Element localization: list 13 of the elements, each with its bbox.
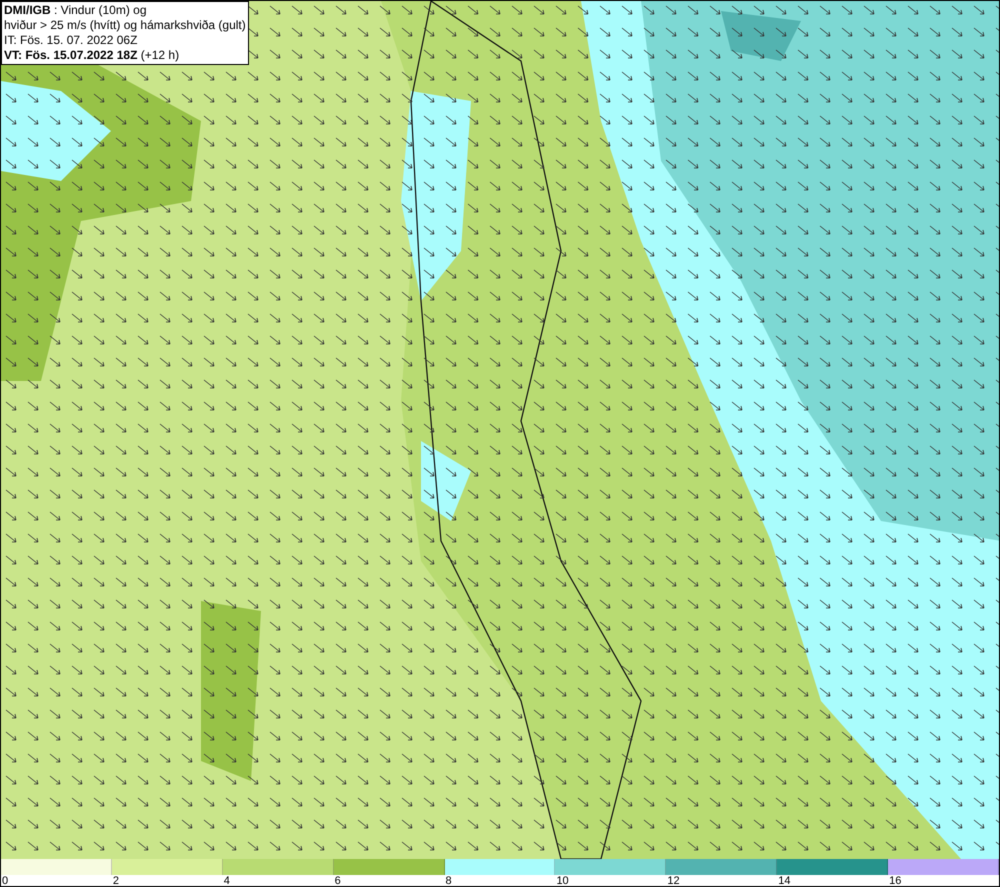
legend-tick-label: 14	[778, 875, 790, 886]
title-line: hviður > 25 m/s (hvítt) og hámarkshviða (gult)	[4, 18, 246, 33]
title-line: DMI/IGB : Vindur (10m) og	[4, 3, 148, 18]
legend-tick-label: 16	[889, 875, 902, 886]
legend-tick-label: 12	[667, 875, 680, 886]
legend-tick-label: 0	[2, 875, 8, 886]
legend-tick-label: 4	[224, 875, 230, 886]
legend-tick-label: 8	[446, 875, 452, 886]
title-line: VT: Fös. 15.07.2022 18Z (+12 h)	[4, 48, 180, 63]
title-line: IT: Fös. 15. 07. 2022 06Z	[4, 33, 138, 48]
legend-tick-label: 10	[556, 875, 569, 886]
legend-tick-label: 6	[334, 875, 341, 886]
legend-tick-label: 2	[112, 875, 119, 886]
